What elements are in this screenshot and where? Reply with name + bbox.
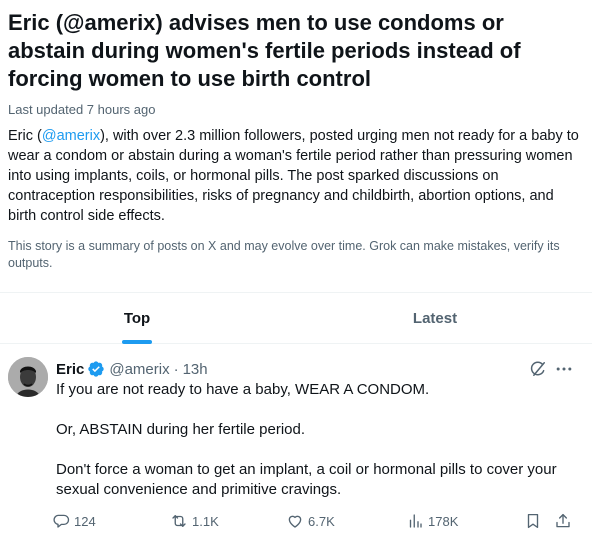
story-summary: Eric (@amerix), with over 2.3 million fo… (8, 126, 583, 226)
post-paragraph: Or, ABSTAIN during her fertile period. (56, 421, 306, 438)
reply-button[interactable]: 124 (52, 509, 96, 533)
post-paragraph: Don't force a woman to get an implant, a… (56, 461, 557, 498)
feed-tabs: Top Latest (0, 292, 592, 344)
bookmark-icon (527, 513, 539, 529)
verified-badge-icon (87, 360, 105, 378)
avatar-image (8, 357, 48, 397)
author-name[interactable]: Eric (56, 361, 84, 378)
tab-latest-label: Latest (412, 309, 458, 327)
post-text: If you are not ready to have a baby, WEA… (56, 380, 586, 500)
repost-button[interactable]: 1.1K (170, 509, 219, 533)
tab-top-label: Top (123, 309, 151, 327)
more-icon[interactable] (554, 359, 574, 379)
grok-disclaimer: This story is a summary of posts on X an… (8, 239, 560, 270)
like-icon (288, 515, 302, 528)
bookmark-button[interactable] (524, 509, 546, 533)
post-actions: 124 1.1K 6.7K 178K (52, 509, 582, 533)
avatar[interactable] (8, 357, 48, 397)
summary-prefix: Eric ( (8, 128, 42, 144)
repost-count: 1.1K (192, 513, 219, 529)
views-icon (409, 514, 422, 528)
post-time[interactable]: 13h (183, 361, 208, 378)
share-button[interactable] (554, 509, 576, 533)
reply-count: 124 (74, 513, 96, 529)
separator-dot: · (173, 360, 179, 378)
share-icon (556, 513, 570, 528)
grok-icon[interactable] (528, 359, 548, 379)
last-updated: Last updated 7 hours ago (8, 102, 156, 117)
summary-mention-link[interactable]: @amerix (42, 128, 100, 144)
story-headline: Eric (@amerix) advises men to use condom… (8, 10, 521, 91)
views-button[interactable]: 178K (406, 509, 458, 533)
tab-latest[interactable]: Latest (274, 293, 592, 343)
view-count: 178K (428, 513, 459, 529)
author-handle[interactable]: @amerix (109, 361, 169, 378)
like-count: 6.7K (308, 513, 335, 529)
tab-top[interactable]: Top (0, 293, 274, 344)
post-paragraph: If you are not ready to have a baby, WEA… (56, 381, 430, 398)
post[interactable]: Eric @amerix · 13h If you are not ready … (0, 343, 592, 543)
like-button[interactable]: 6.7K (286, 509, 335, 533)
reply-icon (53, 514, 70, 528)
repost-icon (172, 515, 186, 527)
post-header: Eric @amerix · 13h (56, 359, 208, 379)
